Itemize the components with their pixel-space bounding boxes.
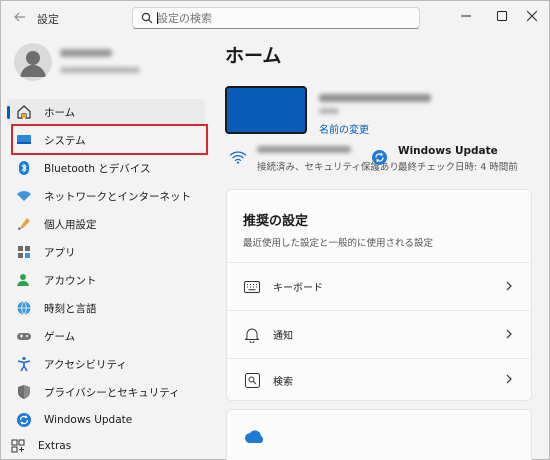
sidebar-item-label: Extras [38, 440, 72, 452]
time-language-icon [15, 299, 33, 317]
network-icon [15, 187, 33, 205]
apps-icon [15, 243, 33, 261]
title-bar: 設定 [1, 1, 549, 35]
chevron-right-icon [503, 373, 515, 387]
settings-window: 設定 ホーム [0, 0, 550, 460]
sidebar-item-label: ゲーム [44, 330, 76, 343]
recommended-row-keyboard[interactable]: キーボード [227, 263, 531, 310]
bluetooth-icon [15, 159, 33, 177]
sidebar-item-bluetooth[interactable]: Bluetooth とデバイス [7, 155, 205, 181]
windows-update-title[interactable]: Windows Update [398, 145, 498, 157]
minimize-button[interactable] [451, 7, 481, 27]
sidebar-item-label: ホーム [44, 106, 76, 119]
search-settings-icon [243, 371, 261, 389]
sidebar-item-windows-update[interactable]: Windows Update [7, 407, 205, 433]
sidebar-item-accounts[interactable]: アカウント [7, 267, 205, 293]
sidebar-item-label: Windows Update [44, 414, 133, 426]
device-wallpaper-thumbnail [225, 86, 307, 134]
user-avatar-icon[interactable] [14, 43, 52, 81]
back-arrow-icon[interactable] [11, 10, 29, 26]
sidebar-item-accessibility[interactable]: アクセシビリティ [7, 351, 205, 377]
app-title: 設定 [37, 13, 59, 26]
system-highlight-box [11, 124, 208, 155]
row-label: 検索 [273, 376, 293, 388]
selected-indicator [7, 106, 10, 119]
gaming-icon [15, 327, 33, 345]
search-box[interactable] [132, 7, 420, 29]
sidebar-item-privacy[interactable]: プライバシーとセキュリティ [7, 379, 205, 405]
card-subtitle: 最近使用した設定と一般的に使用される設定 [243, 238, 434, 249]
privacy-shield-icon [15, 383, 33, 401]
network-name-redacted [257, 146, 351, 153]
recommended-row-notifications[interactable]: 通知 [227, 311, 531, 358]
sidebar-item-home[interactable]: ホーム [7, 99, 205, 125]
sidebar-item-gaming[interactable]: ゲーム [7, 323, 205, 349]
search-input[interactable] [157, 10, 412, 26]
device-model-redacted [319, 108, 339, 114]
windows-update-icon [372, 150, 387, 165]
chevron-right-icon [503, 328, 515, 342]
sidebar-item-label: 個人用設定 [44, 218, 97, 231]
account-icon [15, 271, 33, 289]
wifi-icon [229, 151, 247, 164]
sidebar-item-label: アカウント [44, 274, 97, 287]
rename-link[interactable]: 名前の変更 [319, 121, 369, 136]
maximize-button[interactable] [487, 7, 517, 27]
sidebar-item-label: Bluetooth とデバイス [44, 162, 151, 175]
onedrive-card [226, 409, 532, 460]
recommended-row-search[interactable]: 検索 [227, 359, 531, 401]
row-label: 通知 [273, 331, 293, 342]
profile-email-redacted [60, 67, 140, 73]
sidebar-item-personalization[interactable]: 個人用設定 [7, 211, 205, 237]
sidebar-item-label: ネットワークとインターネット [44, 190, 191, 203]
keyboard-icon [243, 278, 261, 296]
row-label: キーボード [273, 283, 323, 294]
search-icon [141, 12, 153, 24]
close-button[interactable] [517, 7, 547, 27]
sidebar-item-label: アプリ [44, 246, 76, 259]
home-icon [15, 103, 33, 121]
extras-icon [9, 437, 27, 455]
recommended-settings-card: 推奨の設定 最近使用した設定と一般的に使用される設定 キーボード 通知 検索 [226, 189, 532, 401]
sidebar-item-extras[interactable]: Extras [1, 433, 199, 459]
sidebar-item-label: 時刻と言語 [44, 302, 97, 315]
sidebar-item-network[interactable]: ネットワークとインターネット [7, 183, 205, 209]
sidebar-item-label: プライバシーとセキュリティ [44, 386, 180, 399]
chevron-right-icon [503, 280, 515, 294]
page-title: ホーム [225, 45, 282, 67]
sidebar-item-time-language[interactable]: 時刻と言語 [7, 295, 205, 321]
windows-update-status: 最終チェック日時: 4 時間前 [398, 162, 518, 173]
accessibility-icon [15, 355, 33, 373]
sidebar-item-label: アクセシビリティ [44, 358, 127, 371]
notification-bell-icon [243, 326, 261, 344]
device-name-redacted [319, 94, 431, 102]
sidebar-item-apps[interactable]: アプリ [7, 239, 205, 265]
windows-update-icon [15, 411, 33, 429]
onedrive-cloud-icon [244, 430, 264, 443]
card-title: 推奨の設定 [243, 214, 309, 229]
profile-name-redacted [60, 49, 112, 57]
personalization-icon [15, 215, 33, 233]
